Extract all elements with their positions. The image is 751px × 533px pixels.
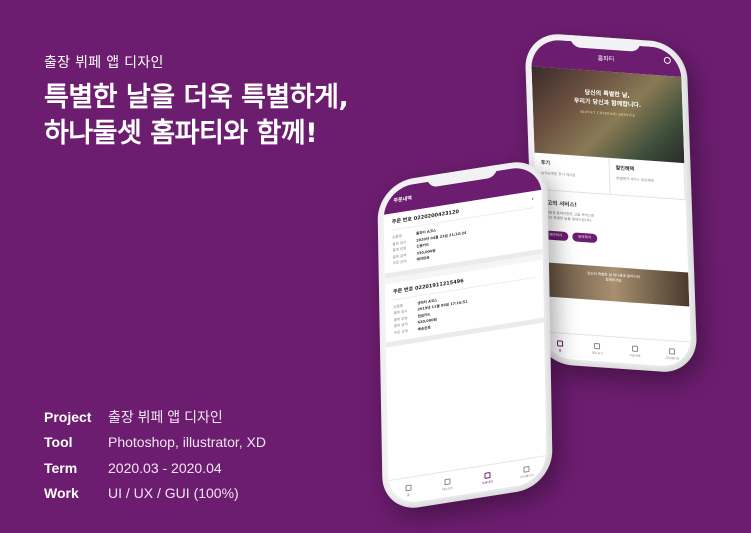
phone-mockup-home: 홈파티 당신의 특별한 날, 우리가 당신과 함께합니다. BUFFET CAT… <box>524 31 698 375</box>
tab-orders-label: 주문내역 <box>629 352 641 358</box>
info-value: 출장 뷔페 앱 디자인 <box>108 408 223 425</box>
orders-list: 주문 번호 0220200423120 › 상품명 홈파티 A코스 결제 일시 20… <box>383 189 544 348</box>
phone-mockup-orders: 주문내역 주문 번호 0220200423120 › 상품명 홈파티 A코스 결제… <box>377 157 553 513</box>
tab-mypage-label: 마이페이지 <box>519 472 534 479</box>
info-key: Term <box>44 459 78 476</box>
project-subtitle: 출장 뷔페 앱 디자인 <box>44 55 164 71</box>
review-card-sub: 솔직담백한 후기 게시판 <box>541 171 576 178</box>
menu-icon <box>594 342 601 349</box>
order-row-value: 배송완료 <box>417 324 431 331</box>
receipt-icon <box>484 471 491 479</box>
info-value: 2020.03 - 2020.04 <box>108 459 222 476</box>
order-number-label: 주문 번호 <box>391 216 413 226</box>
orders-screen: 주문내역 주문 번호 0220200423120 › 상품명 홈파티 A코스 결제… <box>383 163 547 507</box>
info-key: Tool <box>44 434 73 451</box>
tab-home-label: 홈 <box>558 347 562 353</box>
headline: 특별한 날을 더욱 특별하게, 하나둘셋 홈파티와 함께! <box>44 80 349 152</box>
user-icon <box>523 465 530 473</box>
app-logo: 홈파티 <box>597 54 615 63</box>
order-number: 0220200423120 <box>413 208 460 223</box>
tab-orders[interactable]: 주문내역 <box>467 462 507 493</box>
tab-menu-label: 메뉴보기 <box>591 350 604 356</box>
order-row-value: 예약완료 <box>416 255 430 262</box>
bottom-tab-bar: 홈 메뉴보기 주문내역 마이페이지 <box>540 331 692 368</box>
bottom-tab-bar: 홈 메뉴보기 주문내역 마이페이지 <box>388 455 547 507</box>
home-screen: 홈파티 당신의 특별한 날, 우리가 당신과 함께합니다. BUFFET CAT… <box>530 38 692 368</box>
tab-menu-label: 메뉴보기 <box>442 485 454 492</box>
info-row-project: Project 출장 뷔페 앱 디자인 <box>44 404 266 430</box>
project-info: Project 출장 뷔페 앱 디자인 Tool Photoshop, illu… <box>44 404 266 506</box>
tab-mypage[interactable]: 마이페이지 <box>507 456 547 487</box>
info-row-term: Term 2020.03 - 2020.04 <box>44 455 266 481</box>
tab-menu[interactable]: 메뉴보기 <box>578 335 616 363</box>
hero-banner[interactable]: 당신의 특별한 날, 우리가 당신과 함께합니다. BUFFET CATERIN… <box>531 66 685 164</box>
tab-mypage-label: 마이페이지 <box>665 355 680 361</box>
info-row-work: Work UI / UX / GUI (100%) <box>44 481 266 507</box>
info-value: Photoshop, illustrator, XD <box>108 434 266 451</box>
info-key: Project <box>44 408 92 425</box>
review-card-title: 후기 <box>540 160 551 167</box>
tab-home-label: 홈 <box>406 492 410 497</box>
chevron-right-icon[interactable]: › <box>532 196 534 203</box>
tab-mypage[interactable]: 마이페이지 <box>653 340 691 368</box>
order-number: 02201911215496 <box>414 277 464 292</box>
order-number-label: 주문 번호 <box>393 285 414 295</box>
search-icon[interactable] <box>663 56 671 65</box>
tab-home[interactable]: 홈 <box>388 475 428 506</box>
info-value: UI / UX / GUI (100%) <box>108 485 239 502</box>
home-icon <box>556 339 563 347</box>
tab-orders-label: 주문내역 <box>481 479 493 485</box>
info-key: Work <box>44 485 79 502</box>
best-service-buttons: 예약하기 문의하기 <box>543 230 681 249</box>
best-service-section: 최고의 서비스! 하나둘셋 홈파티만의 고급 서비스로 당신의 특별한 날을 빛… <box>536 190 688 273</box>
tab-menu[interactable]: 메뉴보기 <box>428 469 468 500</box>
receipt-icon <box>631 345 638 352</box>
headline-line-1: 특별한 날을 더욱 특별하게, <box>44 82 349 113</box>
menu-icon <box>444 477 451 485</box>
inquiry-button[interactable]: 문의하기 <box>572 232 598 244</box>
user-icon <box>669 347 676 355</box>
tab-orders[interactable]: 주문내역 <box>616 337 654 365</box>
discount-card-sub: 편쌤예약 서비스 할인혜택 <box>616 176 654 183</box>
info-row-tool: Tool Photoshop, illustrator, XD <box>44 430 266 456</box>
home-icon <box>405 484 412 491</box>
headline-line-2: 하나둘셋 홈파티와 함께! <box>44 118 318 149</box>
discount-card-title: 할인혜택 <box>615 165 635 173</box>
discount-card[interactable]: 할인혜택 편쌤예약 서비스 할인혜택 <box>609 157 686 200</box>
